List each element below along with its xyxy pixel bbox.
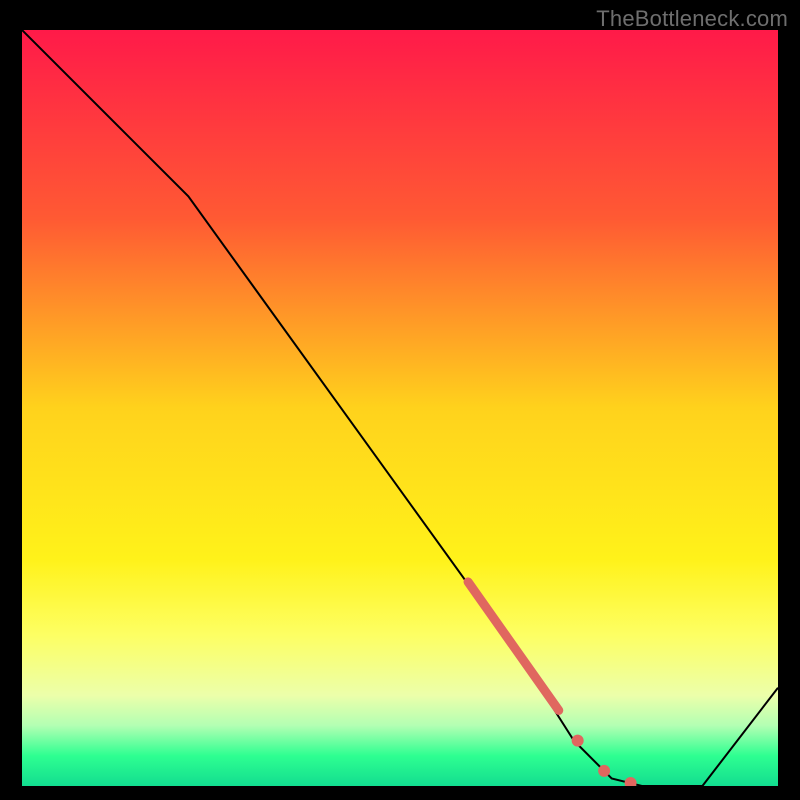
- chart-canvas: [22, 30, 778, 786]
- emphasis-dot: [598, 765, 610, 777]
- watermark-text: TheBottleneck.com: [596, 6, 788, 32]
- emphasis-dot: [572, 735, 584, 747]
